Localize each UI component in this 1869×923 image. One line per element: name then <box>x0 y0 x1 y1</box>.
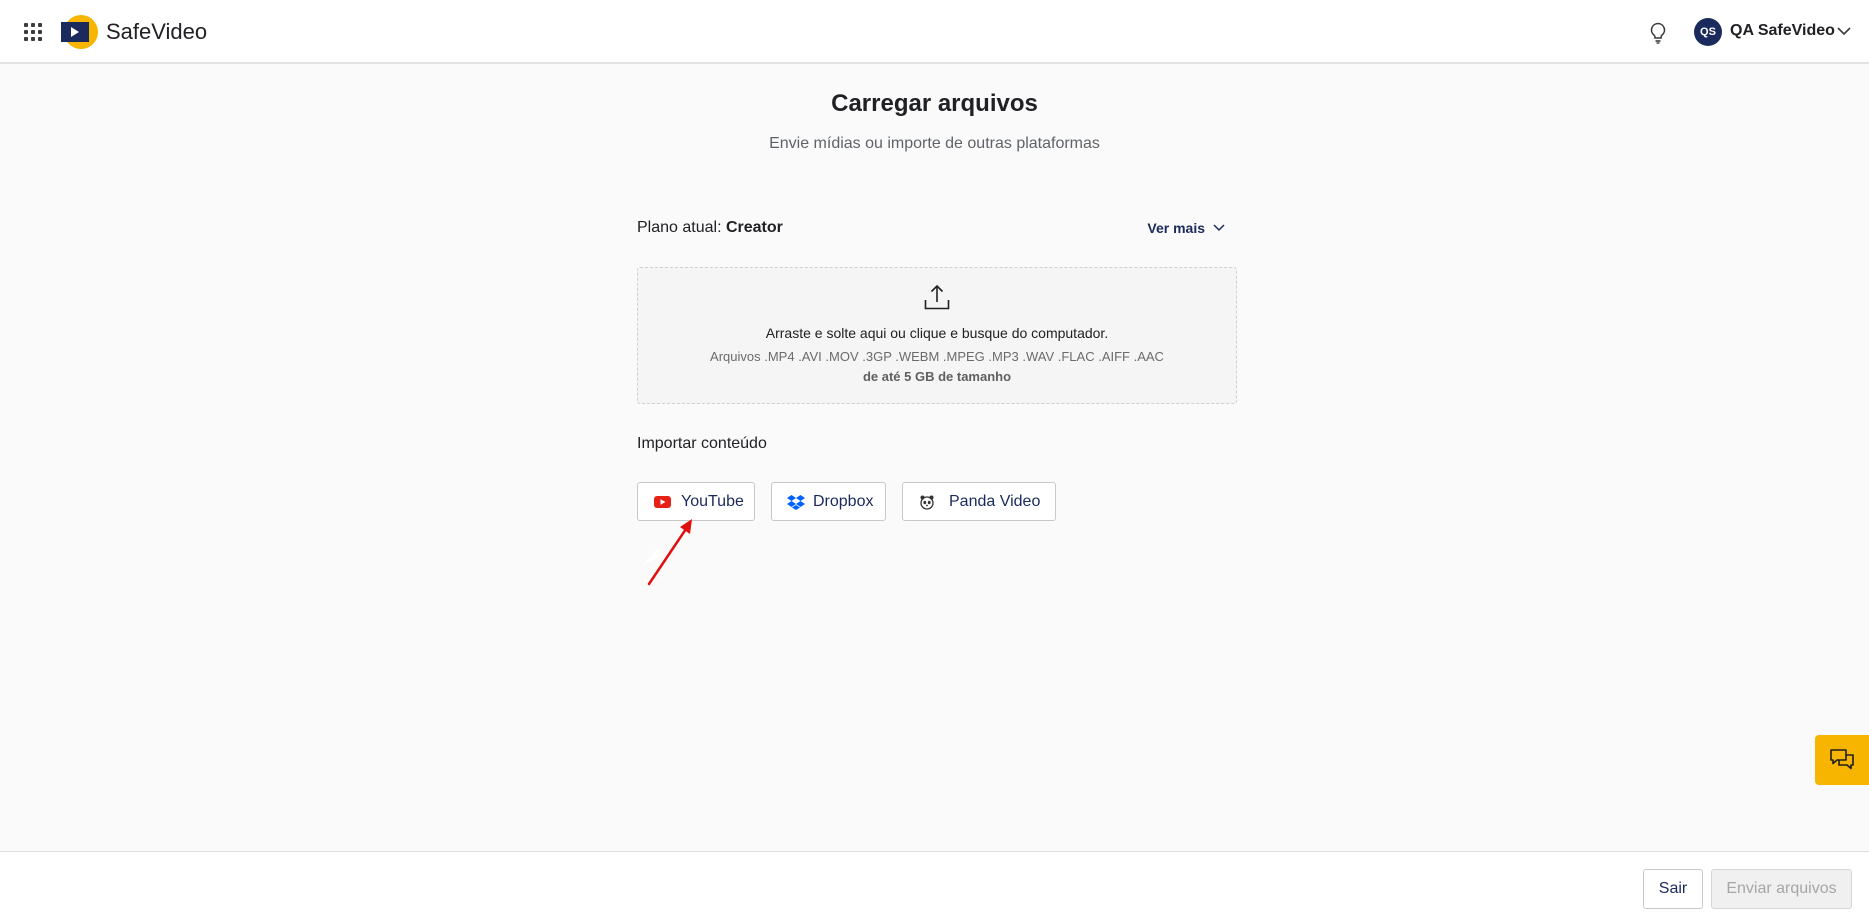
import-youtube-button[interactable]: YouTube <box>637 482 755 521</box>
chevron-down-icon[interactable] <box>1837 27 1851 36</box>
upload-icon <box>924 284 950 310</box>
plan-name: Creator <box>725 219 783 236</box>
import-section-title: Importar conteúdo <box>637 435 767 452</box>
import-panda-video-button[interactable]: Panda Video <box>902 482 1056 521</box>
panda-icon <box>920 495 934 510</box>
top-bar: SafeVideo QS QA SafeVideo <box>0 0 1869 64</box>
page-subtitle: Envie mídias ou importe de outras plataf… <box>769 135 1100 152</box>
chevron-down-icon <box>1213 224 1225 232</box>
grid-apps-icon[interactable] <box>24 23 42 41</box>
user-name[interactable]: QA SafeVideo <box>1730 22 1835 40</box>
plan-label-text: Plano atual: <box>637 219 726 236</box>
plan-row: Plano atual: Creator Ver mais <box>637 219 1237 241</box>
exit-button[interactable]: Sair <box>1643 869 1703 909</box>
youtube-label: YouTube <box>681 492 744 510</box>
dropbox-icon <box>787 494 805 510</box>
upload-dropzone[interactable]: Arraste e solte aqui ou clique e busque … <box>637 267 1237 404</box>
lightbulb-icon[interactable] <box>1648 22 1668 44</box>
chat-icon <box>1830 749 1854 770</box>
dropzone-instructions: Arraste e solte aqui ou clique e busque … <box>765 325 1109 341</box>
footer-bar: Sair Enviar arquivos <box>0 851 1869 923</box>
panda-video-label: Panda Video <box>949 492 1041 510</box>
import-dropbox-button[interactable]: Dropbox <box>771 482 886 521</box>
page-title: Carregar arquivos <box>831 90 1038 117</box>
submit-files-button[interactable]: Enviar arquivos <box>1711 869 1852 909</box>
youtube-icon <box>654 495 671 508</box>
accepted-formats: Arquivos .MP4 .AVI .MOV .3GP .WEBM .MPEG… <box>710 349 1164 364</box>
plan-label: Plano atual: Creator <box>637 219 783 237</box>
size-limit: de até 5 GB de tamanho <box>862 369 1012 384</box>
user-avatar[interactable]: QS <box>1694 18 1722 46</box>
annotation-arrow-icon <box>642 519 692 586</box>
chat-support-button[interactable] <box>1815 735 1869 785</box>
ver-mais-label: Ver mais <box>1147 220 1205 236</box>
brand-name: SafeVideo <box>106 19 208 44</box>
dropbox-label: Dropbox <box>813 492 874 510</box>
safevideo-logo-icon <box>61 15 98 49</box>
ver-mais-button[interactable]: Ver mais <box>1147 220 1225 236</box>
